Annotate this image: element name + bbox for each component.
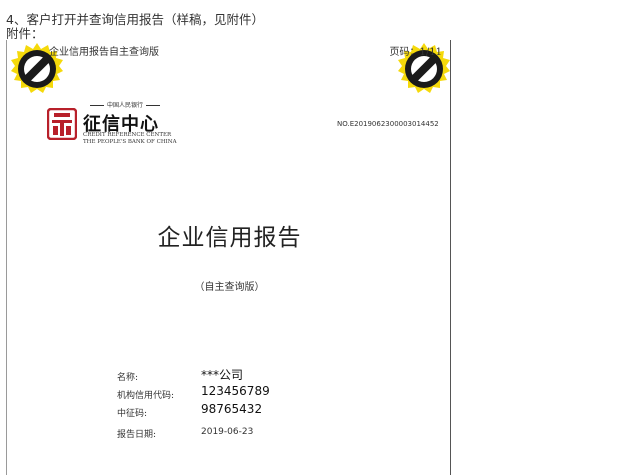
- credit-center-logo: 中国人民银行 征信中心 CREDIT REFERENCE CENTER THE …: [47, 100, 187, 150]
- report-subtitle: （自主查询版）: [194, 282, 265, 293]
- info-value-zhongzheng-code: 98765432: [201, 402, 263, 416]
- info-value-company: ***公司: [201, 368, 244, 382]
- info-value-report-date: 2019-06-23: [201, 427, 254, 437]
- report-document-page: 企业信用报告自主查询版 页码：1/11 中国人民银行 征信中心 CREDIT R…: [6, 40, 451, 475]
- info-label: 名称:: [117, 373, 139, 383]
- logo-name-en-line2: THE PEOPLE'S BANK OF CHINA: [83, 139, 177, 145]
- screenshot-canvas: 4、客户打开并查询信用报告（样稿，见附件） 附件： 企业信用报告自主查询版 页码…: [0, 0, 640, 475]
- info-label: 中征码:: [117, 409, 148, 419]
- report-title: 企业信用报告: [157, 225, 302, 251]
- logo-name-en: CREDIT REFERENCE CENTER THE PEOPLE'S BAN…: [83, 132, 177, 146]
- logo-tagline: 中国人民银行: [87, 100, 163, 109]
- running-header: 企业信用报告自主查询版: [49, 47, 159, 58]
- info-value-credit-code: 123456789: [201, 384, 270, 398]
- credit-center-emblem-icon: [47, 108, 77, 140]
- page-number: 页码：1/11: [389, 47, 442, 58]
- info-label: 机构信用代码:: [117, 391, 175, 401]
- intro-text: 4、客户打开并查询信用报告（样稿，见附件）: [6, 12, 264, 27]
- info-label: 报告日期:: [117, 430, 157, 440]
- logo-name-en-line1: CREDIT REFERENCE CENTER: [83, 132, 172, 138]
- report-number: NO.E2019062300003014452: [337, 120, 439, 128]
